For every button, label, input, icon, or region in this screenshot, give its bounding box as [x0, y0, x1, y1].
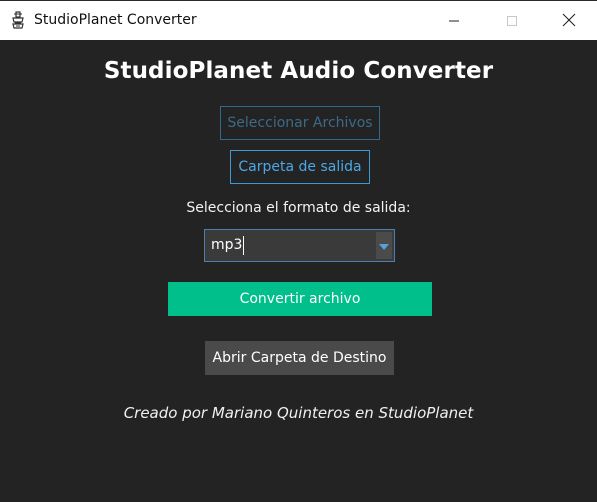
close-button[interactable]	[540, 1, 597, 41]
credits-text: Creado por Mariano Quinteros en StudioPl…	[123, 404, 474, 422]
convert-button[interactable]: Convertir archivo	[168, 282, 432, 316]
format-select[interactable]: mp3	[204, 229, 395, 262]
app-window: StudioPlanet Converter StudioPlanet Audi…	[0, 0, 597, 502]
open-folder-button[interactable]: Abrir Carpeta de Destino	[205, 341, 394, 375]
dropdown-arrow-button[interactable]	[376, 232, 392, 259]
text-caret	[243, 236, 244, 255]
output-folder-button[interactable]: Carpeta de salida	[230, 150, 370, 184]
chevron-down-icon	[378, 236, 390, 255]
format-select-value: mp3	[211, 237, 243, 253]
main-panel: StudioPlanet Audio Converter Seleccionar…	[0, 40, 597, 502]
minimize-button[interactable]	[425, 1, 483, 41]
app-logo-icon	[10, 11, 26, 29]
window-title: StudioPlanet Converter	[34, 12, 197, 28]
maximize-icon	[506, 12, 518, 31]
title-bar[interactable]: StudioPlanet Converter	[0, 0, 597, 40]
close-icon	[562, 12, 576, 31]
maximize-button[interactable]	[483, 1, 541, 41]
select-files-button[interactable]: Seleccionar Archivos	[220, 106, 380, 140]
page-title: StudioPlanet Audio Converter	[103, 58, 494, 84]
format-prompt-label: Selecciona el formato de salida:	[186, 200, 411, 216]
minimize-icon	[448, 12, 460, 31]
